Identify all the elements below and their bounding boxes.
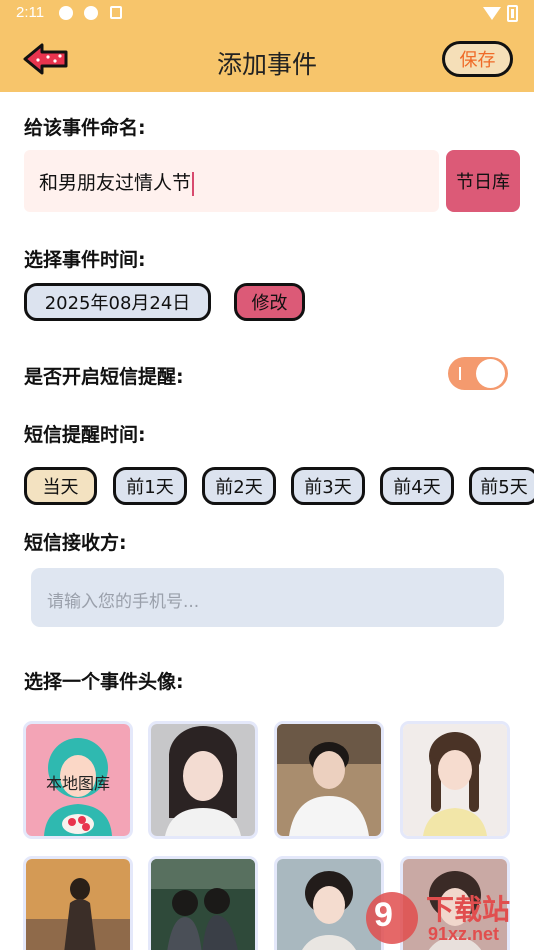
reminder-option-4-days[interactable]: 前4天 bbox=[380, 467, 454, 505]
avatar-option-2[interactable] bbox=[274, 721, 384, 839]
phone-number-input[interactable]: 请输入您的手机号... bbox=[31, 568, 504, 627]
notification-icon bbox=[59, 6, 73, 20]
modify-date-button[interactable]: 修改 bbox=[234, 283, 305, 321]
watermark-text: 下载站 bbox=[426, 893, 511, 926]
wifi-icon bbox=[483, 7, 501, 20]
phone-placeholder: 请输入您的手机号... bbox=[47, 592, 200, 612]
battery-icon bbox=[507, 5, 518, 22]
event-name-value: 和男朋友过情人节 bbox=[39, 168, 195, 196]
event-name-label: 给该事件命名: bbox=[24, 117, 146, 139]
reminder-option-2-days[interactable]: 前2天 bbox=[202, 467, 276, 505]
reminder-time-label: 短信提醒时间: bbox=[24, 424, 146, 446]
recipient-label: 短信接收方: bbox=[24, 532, 127, 554]
toggle-on-mark bbox=[459, 367, 461, 380]
local-library-label: 本地图库 bbox=[45, 774, 110, 793]
sms-reminder-toggle[interactable] bbox=[448, 357, 508, 390]
avatar-section-label: 选择一个事件头像: bbox=[24, 671, 184, 693]
sms-reminder-label: 是否开启短信提醒: bbox=[24, 366, 184, 388]
reminder-option-1-day[interactable]: 前1天 bbox=[113, 467, 187, 505]
local-library-avatar[interactable]: 本地图库 bbox=[23, 721, 133, 839]
reminder-option-5-days[interactable]: 前5天 bbox=[469, 467, 534, 505]
site-watermark-logo: 9 下载站 91xz.net bbox=[362, 886, 534, 950]
reminder-option-same-day[interactable]: 当天 bbox=[24, 467, 97, 505]
text-caret bbox=[192, 171, 195, 196]
avatar-photo bbox=[277, 724, 381, 836]
app-bar: 添加事件 保存 bbox=[0, 28, 534, 92]
notification-icon bbox=[84, 6, 98, 20]
event-time-label: 选择事件时间: bbox=[24, 249, 146, 271]
avatar-photo bbox=[403, 724, 507, 836]
avatar-option-5[interactable] bbox=[148, 856, 258, 950]
reminder-option-3-days[interactable]: 前3天 bbox=[291, 467, 365, 505]
status-bar: 2:11 bbox=[0, 0, 534, 28]
avatar-option-3[interactable] bbox=[400, 721, 510, 839]
avatar-option-1[interactable] bbox=[148, 721, 258, 839]
watermark-url: 91xz.net bbox=[428, 924, 500, 944]
avatar-photo bbox=[26, 859, 130, 950]
status-time: 2:11 bbox=[16, 4, 45, 21]
avatar-photo bbox=[151, 859, 255, 950]
avatar-option-4[interactable] bbox=[23, 856, 133, 950]
notification-a-icon bbox=[110, 6, 122, 19]
event-name-input[interactable]: 和男朋友过情人节 bbox=[24, 150, 439, 212]
event-date[interactable]: 2025年08月24日 bbox=[24, 283, 211, 321]
toggle-knob bbox=[476, 359, 505, 388]
holiday-library-button[interactable]: 节日库 bbox=[446, 150, 520, 212]
watermark-number: 9 bbox=[374, 896, 393, 934]
avatar-photo bbox=[151, 724, 255, 836]
save-button[interactable]: 保存 bbox=[442, 41, 513, 77]
